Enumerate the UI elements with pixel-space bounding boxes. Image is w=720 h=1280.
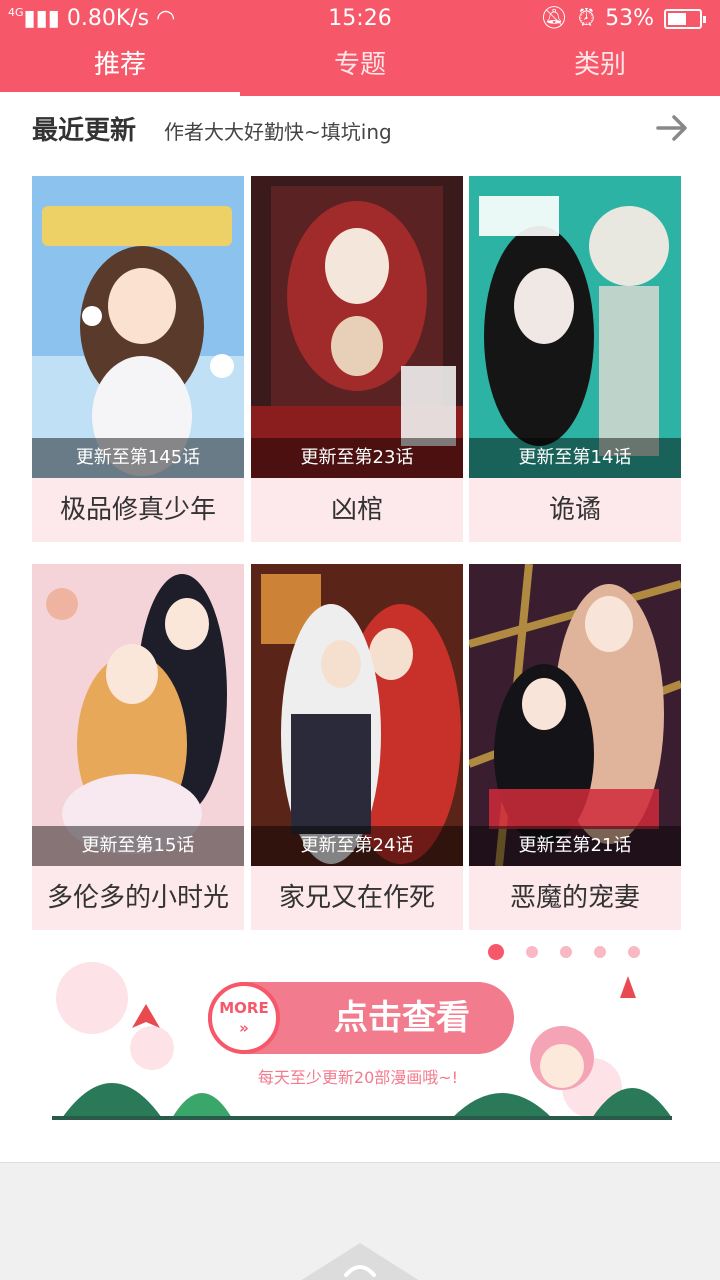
comic-cover[interactable]: 更新至第24话	[251, 564, 463, 866]
comic-title: 恶魔的宠妻	[469, 866, 681, 930]
episode-label: 更新至第15话	[32, 826, 244, 866]
cover-art	[32, 564, 244, 866]
comic-cover[interactable]: 更新至第23话	[251, 176, 463, 478]
view-more-button[interactable]: MORE » 点击查看	[208, 982, 514, 1054]
cover-art	[251, 564, 463, 866]
comic-cover[interactable]: 更新至第14话	[469, 176, 681, 478]
section-header: 最近更新 作者大大好勤快~填坑ing	[32, 110, 692, 150]
tab-categories[interactable]: 类别	[480, 38, 720, 96]
cover-art	[469, 564, 681, 866]
comic-title: 极品修真少年	[32, 478, 244, 542]
battery-percent: 53%	[605, 6, 654, 31]
cover-art	[32, 176, 244, 478]
episode-label: 更新至第145话	[32, 438, 244, 478]
app-header: 4G▮▮▮ 0.80K/s ◠ 15:26 🔕︎ ⏰︎ 53% 推荐 专题 类别	[0, 0, 720, 96]
mute-icon: 🔕︎	[539, 6, 568, 31]
arrow-right-icon[interactable]	[652, 108, 692, 148]
promo-banner[interactable]: MORE » 点击查看 每天至少更新20部漫画哦~!	[32, 938, 684, 1134]
comic-card[interactable]: 更新至第15话 多伦多的小时光	[32, 564, 244, 930]
banner-caption: 每天至少更新20部漫画哦~!	[257, 1068, 459, 1087]
comic-card[interactable]: 更新至第23话 凶棺	[251, 176, 463, 542]
more-label: MORE	[219, 999, 269, 1017]
cover-art	[469, 176, 681, 478]
comic-card[interactable]: 更新至第24话 家兄又在作死	[251, 564, 463, 930]
banner-dot[interactable]	[594, 946, 606, 958]
bottom-area	[0, 1162, 720, 1280]
banner-dot[interactable]	[526, 946, 538, 958]
cover-art	[251, 176, 463, 478]
comic-card[interactable]: 更新至第14话 诡谲	[469, 176, 681, 542]
episode-label: 更新至第23话	[251, 438, 463, 478]
comic-title: 诡谲	[469, 478, 681, 542]
comic-card[interactable]: 更新至第145话 极品修真少年	[32, 176, 244, 542]
view-more-label: 点击查看	[334, 998, 470, 1038]
tab-recommend[interactable]: 推荐	[0, 38, 240, 96]
battery-icon	[664, 8, 706, 29]
section-title: 最近更新	[32, 116, 137, 146]
alarm-icon: ⏰︎	[577, 6, 596, 31]
double-chevron-icon: »	[239, 1019, 249, 1037]
episode-label: 更新至第14话	[469, 438, 681, 478]
comic-cover[interactable]: 更新至第21话	[469, 564, 681, 866]
episode-label: 更新至第21话	[469, 826, 681, 866]
banner-pagination	[488, 944, 640, 960]
comic-cover[interactable]: 更新至第15话	[32, 564, 244, 866]
banner-dot[interactable]	[628, 946, 640, 958]
comic-title: 家兄又在作死	[251, 866, 463, 930]
banner-dot[interactable]	[560, 946, 572, 958]
pull-up-handle-icon[interactable]	[300, 1241, 420, 1280]
tab-topics[interactable]: 专题	[240, 38, 480, 96]
comic-card[interactable]: 更新至第21话 恶魔的宠妻	[469, 564, 681, 930]
comic-cover[interactable]: 更新至第145话	[32, 176, 244, 478]
status-bar: 4G▮▮▮ 0.80K/s ◠ 15:26 🔕︎ ⏰︎ 53%	[0, 0, 720, 38]
episode-label: 更新至第24话	[251, 826, 463, 866]
status-right: 🔕︎ ⏰︎ 53%	[539, 6, 706, 31]
tab-bar: 推荐 专题 类别	[0, 38, 720, 96]
content-panel: 最近更新 作者大大好勤快~填坑ing 更新至第145话 极品修真少年 更新至第2…	[0, 96, 720, 1162]
comic-title: 凶棺	[251, 478, 463, 542]
more-badge: MORE »	[208, 982, 280, 1054]
comic-title: 多伦多的小时光	[32, 866, 244, 930]
banner-dot[interactable]	[488, 944, 504, 960]
section-subtitle: 作者大大好勤快~填坑ing	[164, 120, 392, 144]
